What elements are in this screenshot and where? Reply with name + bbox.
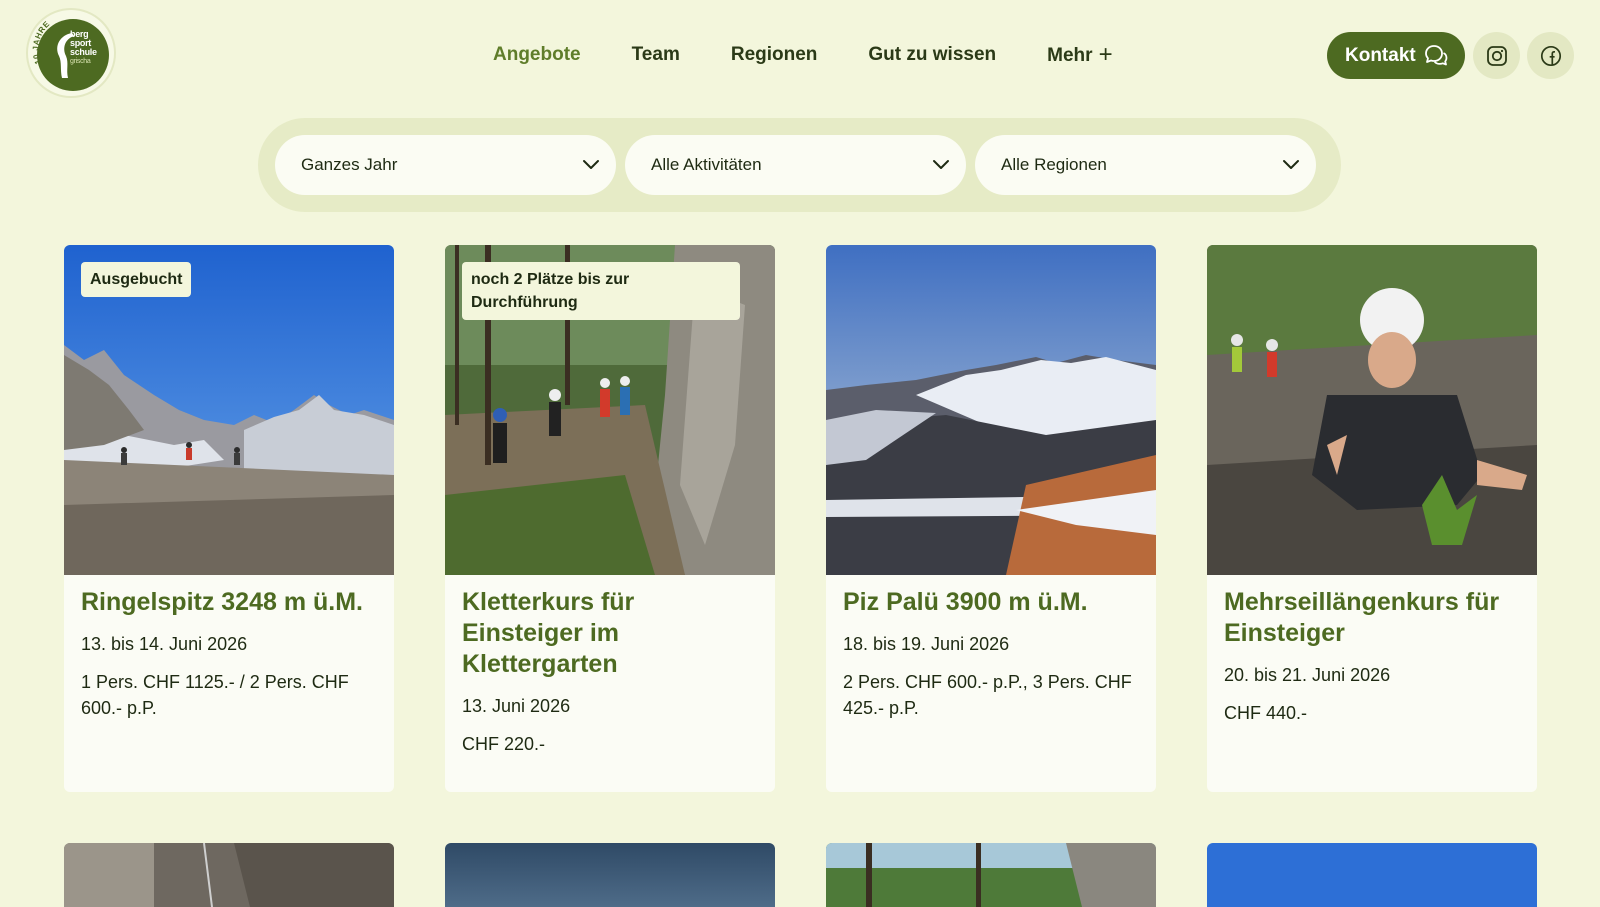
filter-activity-value: Alle Aktivitäten xyxy=(651,155,762,174)
offer-date: 13. Juni 2026 xyxy=(462,696,571,716)
offer-card[interactable]: Mehrseillängenkurs für Einsteiger 20. bi… xyxy=(1207,245,1537,792)
contact-button-label: Kontakt xyxy=(1345,45,1416,66)
chevron-down-icon xyxy=(583,160,599,169)
nav-item-gut-zu-wissen[interactable]: Gut zu wissen xyxy=(868,40,996,70)
filter-bar: Ganzes Jahr Alle Aktivitäten Alle Region… xyxy=(258,118,1341,212)
status-badge: noch 2 Plätze bis zur Durchführung xyxy=(462,262,740,320)
logo-wordmark: berg sport schule grischa xyxy=(70,30,97,66)
nav-item-team[interactable]: Team xyxy=(632,40,680,70)
offer-image xyxy=(1207,245,1537,575)
filter-region-select[interactable]: Alle Regionen xyxy=(975,135,1316,195)
instagram-button[interactable] xyxy=(1473,32,1520,79)
offer-card-body: Mehrseillängenkurs für Einsteiger 20. bi… xyxy=(1224,587,1520,726)
nav-item-regionen[interactable]: Regionen xyxy=(731,40,818,70)
status-badge: Ausgebucht xyxy=(81,262,192,297)
main-nav: Angebote Team Regionen Gut zu wissen Meh… xyxy=(493,40,1164,70)
offer-title[interactable]: Piz Palü 3900 m ü.M. xyxy=(843,587,1139,618)
facebook-button[interactable] xyxy=(1527,32,1574,79)
filter-period-value: Ganzes Jahr xyxy=(301,155,398,174)
nav-item-angebote[interactable]: Angebote xyxy=(493,40,581,70)
chevron-down-icon xyxy=(933,160,949,169)
logo[interactable]: 10 JAHRE berg sport schule grischa xyxy=(26,8,116,98)
plus-icon: + xyxy=(1098,41,1113,68)
offer-card-image-partial[interactable] xyxy=(826,843,1156,907)
chevron-down-icon xyxy=(1283,160,1299,169)
offer-image xyxy=(826,245,1156,575)
offer-card-image-partial[interactable] xyxy=(1207,843,1537,907)
offer-title[interactable]: Kletterkurs für Einsteiger im Klettergar… xyxy=(462,587,758,680)
offer-card-image-partial[interactable] xyxy=(445,843,775,907)
offer-title[interactable]: Mehrseillängenkurs für Einsteiger xyxy=(1224,587,1520,649)
site-header: 10 JAHRE berg sport schule grischa Angeb… xyxy=(0,0,1600,110)
offer-date: 20. bis 21. Juni 2026 xyxy=(1224,665,1391,685)
logo-line: grischa xyxy=(70,58,91,65)
offer-card-body: Piz Palü 3900 m ü.M. 18. bis 19. Juni 20… xyxy=(843,587,1139,721)
facebook-icon xyxy=(1540,45,1561,66)
offer-card[interactable]: noch 2 Plätze bis zur Durchführung Klett… xyxy=(445,245,775,792)
contact-button[interactable]: Kontakt xyxy=(1327,32,1465,79)
instagram-icon xyxy=(1486,45,1507,66)
offer-price: CHF 220.- xyxy=(462,734,546,754)
offer-card-body: Ringelspitz 3248 m ü.M. 13. bis 14. Juni… xyxy=(81,587,377,721)
chat-bubble-icon xyxy=(1425,45,1448,66)
logo-line: schule xyxy=(70,47,97,57)
nav-item-mehr-label: Mehr xyxy=(1047,45,1093,66)
filter-period-select[interactable]: Ganzes Jahr xyxy=(275,135,616,195)
offer-date: 13. bis 14. Juni 2026 xyxy=(81,634,248,654)
offer-title[interactable]: Ringelspitz 3248 m ü.M. xyxy=(81,587,377,618)
filter-activity-select[interactable]: Alle Aktivitäten xyxy=(625,135,966,195)
offer-price: CHF 440.- xyxy=(1224,703,1308,723)
offer-price: 2 Pers. CHF 600.- p.P., 3 Pers. CHF 425.… xyxy=(843,672,1132,718)
filter-region-value: Alle Regionen xyxy=(1001,155,1107,174)
offer-card-image-partial[interactable] xyxy=(64,843,394,907)
offer-card[interactable]: Piz Palü 3900 m ü.M. 18. bis 19. Juni 20… xyxy=(826,245,1156,792)
offer-date: 18. bis 19. Juni 2026 xyxy=(843,634,1010,654)
offer-card-body: Kletterkurs für Einsteiger im Klettergar… xyxy=(462,587,758,757)
nav-item-mehr[interactable]: Mehr + xyxy=(1047,40,1112,70)
offer-card[interactable]: Ausgebucht Ringelspitz 3248 m ü.M. 13. b… xyxy=(64,245,394,792)
offer-price: 1 Pers. CHF 1125.- / 2 Pers. CHF 600.- p… xyxy=(81,672,349,718)
